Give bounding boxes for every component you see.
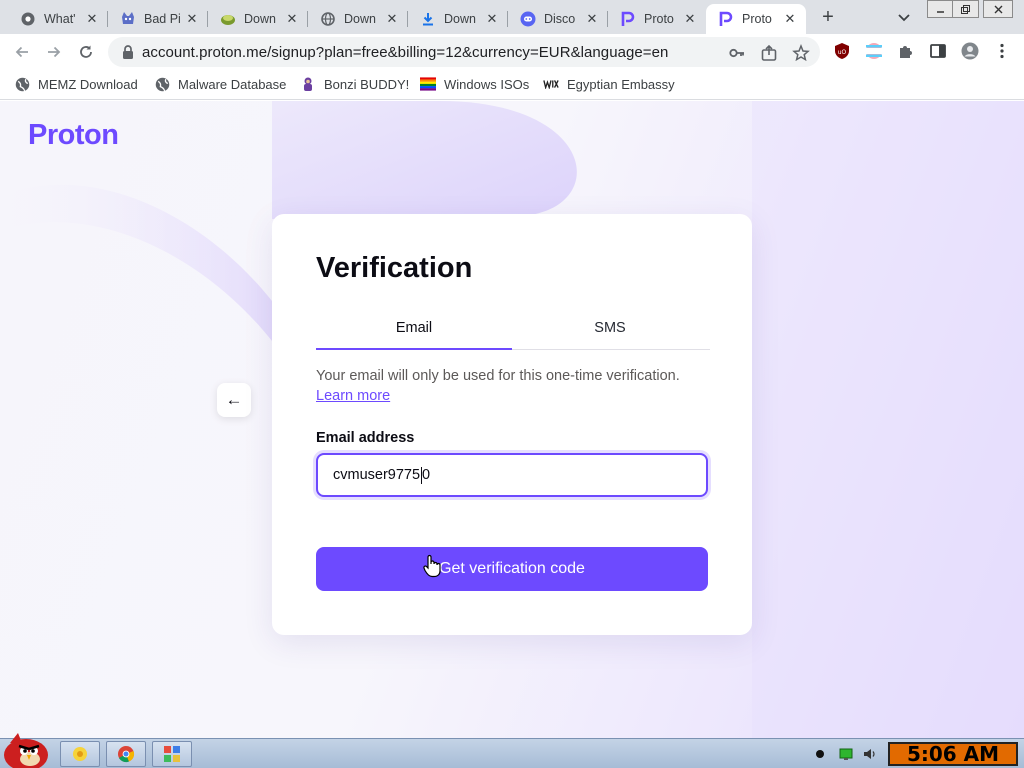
globe-icon bbox=[320, 11, 336, 27]
tab-label: Disco bbox=[544, 12, 576, 26]
close-icon[interactable]: ✕ bbox=[284, 11, 300, 27]
url-text: account.proton.me/signup?plan=free&billi… bbox=[142, 44, 669, 61]
bookmark-label: Windows ISOs bbox=[444, 76, 530, 92]
email-value-start: cvmuser9775 bbox=[333, 467, 421, 483]
tab-2[interactable]: Bad Pi ✕ bbox=[108, 4, 208, 34]
proton-signup-page: Proton ← Verification Email SMS Your ema… bbox=[0, 101, 1024, 738]
email-value-end: 0 bbox=[422, 467, 431, 483]
bookmark-item[interactable]: Malware Database bbox=[154, 76, 286, 92]
tab-email[interactable]: Email bbox=[316, 320, 512, 350]
close-icon[interactable]: ✕ bbox=[584, 11, 600, 27]
os-taskbar: 5:06 AM bbox=[0, 733, 1024, 768]
tab-7[interactable]: Proto ✕ bbox=[608, 4, 706, 34]
reload-icon[interactable] bbox=[74, 40, 98, 64]
tab-label: Proto bbox=[644, 12, 674, 26]
verification-method-tabs: Email SMS bbox=[316, 320, 710, 350]
proton-icon bbox=[718, 11, 734, 27]
bookmark-label: MEMZ Download bbox=[38, 76, 138, 92]
taskbar-app-button[interactable] bbox=[152, 741, 192, 767]
tab-4[interactable]: Down ✕ bbox=[308, 4, 408, 34]
verification-card: Verification Email SMS Your email will o… bbox=[272, 214, 752, 635]
tab-label: Down bbox=[244, 12, 276, 26]
restore-button[interactable] bbox=[952, 0, 979, 18]
bookmark-label: Malware Database bbox=[178, 76, 287, 92]
volume-icon[interactable] bbox=[863, 747, 877, 761]
tab-6[interactable]: Disco ✕ bbox=[508, 4, 608, 34]
bookmark-item[interactable]: Egyptian Embassy bbox=[543, 76, 675, 92]
close-icon[interactable]: ✕ bbox=[184, 11, 200, 27]
tab-sms[interactable]: SMS bbox=[512, 320, 708, 350]
wix-icon bbox=[543, 76, 559, 92]
svg-text:uO: uO bbox=[838, 49, 847, 56]
network-icon[interactable] bbox=[839, 747, 853, 761]
key-icon[interactable] bbox=[728, 44, 746, 62]
learn-more-link[interactable]: Learn more bbox=[316, 388, 390, 404]
cartoon-icon bbox=[120, 11, 136, 27]
tab-1[interactable]: What' ✕ bbox=[8, 4, 108, 34]
share-icon[interactable] bbox=[760, 44, 778, 62]
ublock-icon[interactable]: uO bbox=[833, 42, 851, 60]
close-window-button[interactable] bbox=[983, 0, 1013, 18]
close-icon[interactable]: ✕ bbox=[782, 11, 798, 27]
hand-cursor-icon bbox=[423, 554, 441, 578]
profile-avatar-icon[interactable] bbox=[961, 42, 979, 60]
bookmarks-bar: MEMZ Download Malware Database Bonzi BUD… bbox=[0, 70, 1024, 100]
tray-dot-icon[interactable] bbox=[813, 747, 827, 761]
bookmark-item[interactable]: Windows ISOs bbox=[420, 76, 529, 92]
bookmark-item[interactable]: MEMZ Download bbox=[14, 76, 138, 92]
lock-icon[interactable] bbox=[120, 44, 136, 60]
page-title: Verification bbox=[316, 252, 473, 284]
menu-kebab-icon[interactable] bbox=[993, 42, 1011, 60]
back-arrow-button[interactable]: ← bbox=[217, 383, 251, 417]
bookmark-label: Egyptian Embassy bbox=[567, 76, 675, 92]
download-icon bbox=[420, 11, 436, 27]
tab-8-active[interactable]: Proto ✕ bbox=[706, 4, 806, 34]
greenlogo-icon bbox=[220, 11, 236, 27]
discord-icon bbox=[520, 11, 536, 27]
tab-label: What' bbox=[44, 12, 76, 26]
taskbar-chrome-button[interactable] bbox=[106, 741, 146, 767]
rainbow-flag-icon bbox=[420, 76, 436, 92]
tab-label: Down bbox=[444, 12, 476, 26]
forward-icon[interactable] bbox=[42, 40, 66, 64]
star-icon[interactable] bbox=[792, 43, 810, 62]
tab-5[interactable]: Down ✕ bbox=[408, 4, 508, 34]
minimize-button[interactable] bbox=[927, 0, 954, 18]
verification-hint: Your email will only be used for this on… bbox=[316, 366, 716, 406]
get-verification-code-button[interactable]: Get verification code bbox=[316, 547, 708, 591]
chrome-icon bbox=[20, 11, 36, 27]
close-icon[interactable]: ✕ bbox=[84, 11, 100, 27]
side-panel-icon[interactable] bbox=[929, 42, 947, 60]
proton-icon bbox=[620, 11, 636, 27]
proton-logo[interactable]: Proton bbox=[28, 119, 119, 152]
email-field-label: Email address bbox=[316, 430, 415, 446]
hint-text: Your email will only be used for this on… bbox=[316, 368, 680, 384]
bonzi-icon bbox=[300, 76, 316, 92]
tab-label: Bad Pi bbox=[144, 12, 181, 26]
globe-icon bbox=[154, 76, 170, 92]
tab-label: Proto bbox=[742, 12, 772, 26]
bookmark-label: Bonzi BUDDY! bbox=[324, 76, 410, 92]
start-button[interactable] bbox=[0, 731, 56, 768]
close-icon[interactable]: ✕ bbox=[484, 11, 500, 27]
new-tab-button[interactable]: + bbox=[816, 6, 840, 30]
bookmark-item[interactable]: Bonzi BUDDY! bbox=[300, 76, 409, 92]
tab-label: Down bbox=[344, 12, 376, 26]
address-bar[interactable]: account.proton.me/signup?plan=free&billi… bbox=[108, 37, 820, 67]
taskbar-folder-button[interactable] bbox=[60, 741, 100, 767]
email-field[interactable]: cvmuser9775 0 bbox=[316, 453, 708, 497]
close-icon[interactable]: ✕ bbox=[682, 11, 698, 27]
extension-flag-icon[interactable] bbox=[865, 42, 883, 60]
taskbar-clock[interactable]: 5:06 AM bbox=[888, 742, 1018, 766]
extensions-puzzle-icon[interactable] bbox=[897, 42, 915, 60]
chevron-down-icon[interactable] bbox=[895, 8, 913, 26]
back-icon[interactable] bbox=[10, 40, 34, 64]
globe-icon bbox=[14, 76, 30, 92]
close-icon[interactable]: ✕ bbox=[384, 11, 400, 27]
tab-strip: What' ✕ Bad Pi ✕ Down ✕ Down ✕ Down ✕ Di… bbox=[0, 0, 1024, 34]
tab-3[interactable]: Down ✕ bbox=[208, 4, 308, 34]
